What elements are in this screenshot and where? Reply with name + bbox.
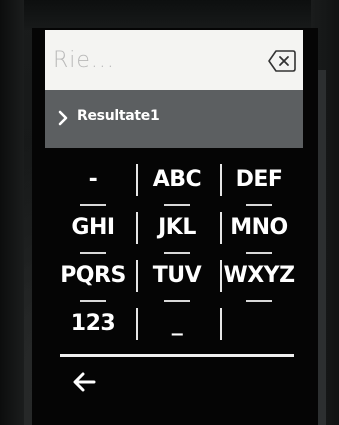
device-screen: Resultate1 - ABC DEF GHI	[32, 28, 318, 425]
key-dash[interactable]: -	[56, 160, 130, 206]
keypad-divider	[60, 354, 294, 357]
device-bezel-edge	[318, 70, 326, 425]
backspace-x-icon	[268, 50, 296, 72]
key-label: 123	[70, 311, 116, 336]
search-input[interactable]	[53, 40, 253, 80]
back-button[interactable]	[72, 371, 96, 393]
key-underline	[246, 204, 272, 206]
key-label: ABC	[152, 167, 202, 192]
key-def[interactable]: DEF	[222, 160, 296, 206]
key-label: WXYZ	[223, 263, 295, 288]
key-underline	[246, 252, 272, 254]
key-underline	[80, 252, 106, 254]
chevron-right-icon	[58, 110, 68, 126]
key-label: DEF	[235, 167, 283, 192]
search-bar	[45, 30, 303, 90]
key-label: JKL	[158, 215, 196, 240]
clear-button[interactable]	[267, 48, 297, 74]
key-label: -	[88, 167, 98, 192]
key-label: PQRS	[60, 263, 126, 288]
key-ghi[interactable]: GHI	[56, 208, 130, 254]
key-label: _	[171, 311, 183, 336]
key-label: TUV	[152, 263, 202, 288]
key-label: MNO	[230, 215, 288, 240]
key-separator	[136, 308, 138, 340]
key-empty[interactable]	[222, 304, 296, 344]
device-bezel-left	[0, 0, 24, 425]
key-space[interactable]: _	[140, 304, 214, 344]
key-abc[interactable]: ABC	[140, 160, 214, 206]
result-item[interactable]: Resultate1	[45, 90, 303, 148]
key-123[interactable]: 123	[56, 304, 130, 344]
device-photo: Resultate1 - ABC DEF GHI	[0, 0, 339, 425]
key-pqrs[interactable]: PQRS	[56, 256, 130, 302]
key-underline	[246, 300, 272, 302]
key-underline	[164, 300, 190, 302]
device-bezel-top	[0, 0, 339, 30]
key-underline	[164, 204, 190, 206]
key-tuv[interactable]: TUV	[140, 256, 214, 302]
key-mno[interactable]: MNO	[222, 208, 296, 254]
key-label: GHI	[71, 215, 115, 240]
back-arrow-icon	[73, 372, 96, 392]
result-label: Resultate1	[77, 108, 160, 124]
key-wxyz[interactable]: WXYZ	[222, 256, 296, 302]
key-separator	[136, 164, 138, 196]
key-separator	[136, 260, 138, 292]
key-separator	[136, 212, 138, 244]
key-underline	[80, 204, 106, 206]
key-jkl[interactable]: JKL	[140, 208, 214, 254]
key-underline	[80, 300, 106, 302]
key-underline	[164, 252, 190, 254]
